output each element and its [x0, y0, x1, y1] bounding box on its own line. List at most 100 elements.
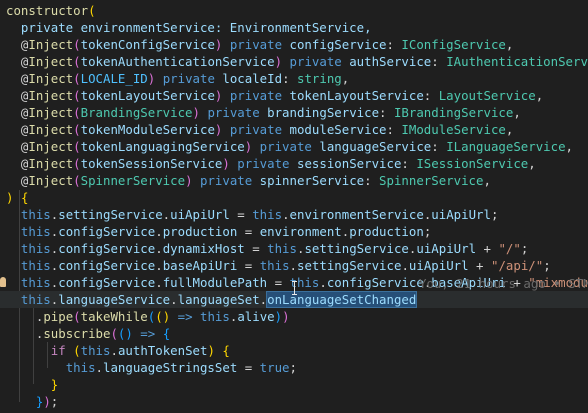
code-token: Inject: [28, 54, 74, 69]
code-token: private: [252, 139, 320, 154]
code-line[interactable]: .pipe(takeWhile(() => this.alive)): [0, 308, 290, 325]
code-token: SpinnerService: [379, 173, 484, 188]
code-token: brandingService: [267, 105, 380, 120]
code-token: ;: [520, 241, 529, 256]
code-line[interactable]: @Inject(tokenLanguagingService) private …: [0, 138, 573, 155]
code-line[interactable]: });: [0, 393, 58, 410]
code-line[interactable]: @Inject(tokenConfigService) private conf…: [0, 36, 513, 53]
code-token: Inject: [28, 139, 74, 154]
code-token: .: [170, 292, 178, 307]
code-token: alive: [237, 309, 275, 324]
code-line[interactable]: this.configService.baseApiUri = this.set…: [0, 257, 551, 274]
code-token: private: [229, 156, 297, 171]
code-token: ,: [565, 139, 574, 154]
code-token: :: [431, 54, 447, 69]
code-line[interactable]: @Inject(BrandingService) private brandin…: [0, 104, 521, 121]
code-token: settingService: [58, 207, 163, 222]
code-line[interactable]: this.languageStringsSet = true;: [0, 359, 297, 376]
text-cursor-icon: [292, 281, 297, 295]
code-token: Inject: [28, 71, 74, 86]
code-token: configService: [58, 275, 156, 290]
code-token: this: [20, 258, 51, 273]
code-token: uiApiUrl: [431, 207, 491, 222]
code-token: private: [222, 37, 290, 52]
code-token: ): [43, 394, 51, 409]
code-token: "/": [498, 241, 521, 256]
lightbulb-icon[interactable]: [0, 277, 6, 287]
code-token: ,: [505, 122, 514, 137]
code-line[interactable]: this.configService.production = environm…: [0, 223, 431, 240]
code-token: LOCALE_ID: [80, 71, 148, 86]
code-token: =: [237, 360, 260, 375]
code-token: ;: [490, 207, 499, 222]
code-token: +: [468, 258, 491, 273]
code-token: :: [379, 105, 394, 120]
code-token: private environmentService: EnvironmentS…: [6, 20, 372, 35]
code-token: this: [20, 292, 51, 307]
code-token: if: [50, 343, 66, 358]
code-token: =: [244, 241, 268, 256]
code-token: :: [401, 156, 417, 171]
code-line[interactable]: @Inject(LOCALE_ID) private localeId: str…: [0, 70, 349, 87]
code-token: this: [20, 207, 51, 222]
code-line[interactable]: .subscribe(() => {: [0, 325, 170, 342]
code-token: ): [222, 156, 230, 171]
code-token: {: [20, 190, 29, 205]
code-token: this: [259, 258, 290, 273]
code-line[interactable]: this.settingService.uiApiUrl = this.envi…: [0, 206, 499, 223]
code-token: }: [50, 377, 59, 392]
code-token: true: [259, 360, 290, 375]
code-token: private: [222, 88, 290, 103]
code-token: .: [319, 275, 327, 290]
code-token: authTokenSet: [117, 343, 208, 358]
code-line[interactable]: @Inject(tokenSessionService) private ses…: [0, 155, 536, 172]
code-token: ;: [543, 258, 551, 273]
code-token: .: [289, 258, 297, 273]
code-token: .: [6, 309, 44, 324]
code-line[interactable]: @Inject(tokenLayoutService) private toke…: [0, 87, 543, 104]
code-line[interactable]: }: [0, 376, 58, 393]
code-token: .: [6, 326, 44, 341]
code-line[interactable]: @Inject(tokenAuthenticationService) priv…: [0, 53, 588, 70]
code-line[interactable]: if (this.authTokenSet) {: [0, 342, 230, 359]
code-token: constructor: [6, 3, 89, 18]
code-token: (: [73, 88, 81, 103]
code-token: Inject: [28, 105, 74, 120]
code-token: dynamixHost: [162, 241, 245, 256]
code-token: .: [401, 258, 409, 273]
code-token: production: [349, 224, 424, 239]
code-token: settingService: [297, 258, 402, 273]
code-token: Inject: [28, 122, 74, 137]
code-editor[interactable]: constructor( private environmentService:…: [0, 0, 588, 413]
code-token: this: [20, 241, 51, 256]
code-line[interactable]: this.configService.dynamixHost = this.se…: [0, 240, 528, 257]
code-token: (): [155, 309, 171, 324]
code-line[interactable]: @Inject(tokenModuleService) private modu…: [0, 121, 513, 138]
code-token: ,: [535, 88, 544, 103]
code-line[interactable]: constructor(: [0, 2, 96, 19]
code-token: languageService: [319, 139, 432, 154]
code-token: .: [110, 343, 118, 358]
code-token: :: [431, 139, 447, 154]
code-token: environment: [259, 224, 342, 239]
code-line[interactable]: @Inject(SpinnerService) private spinnerS…: [0, 172, 491, 189]
code-token: LayoutService: [438, 88, 536, 103]
code-token: string: [296, 71, 342, 86]
code-token: settingService: [304, 241, 409, 256]
code-token: this: [200, 309, 230, 324]
code-line[interactable]: ) {: [0, 189, 28, 206]
code-token: (): [117, 326, 133, 341]
code-line[interactable]: private environmentService: EnvironmentS…: [0, 19, 372, 36]
code-token: (: [73, 37, 81, 52]
code-token: this: [80, 343, 111, 358]
code-token: tokenSessionService: [80, 156, 223, 171]
code-token: configService: [58, 258, 156, 273]
